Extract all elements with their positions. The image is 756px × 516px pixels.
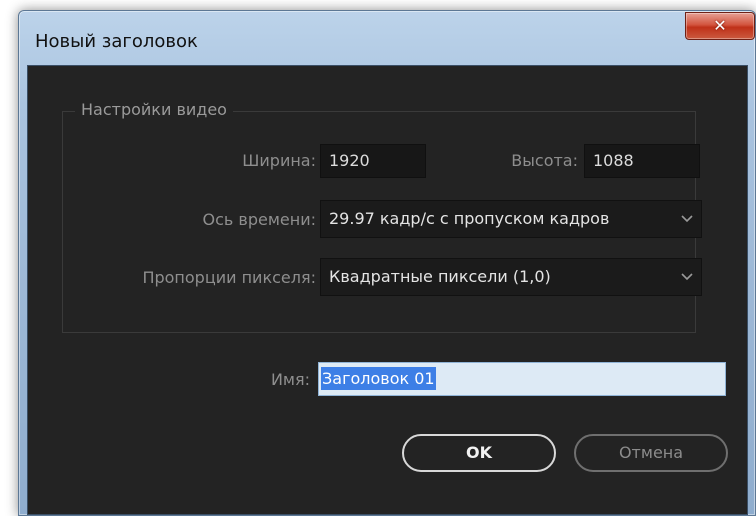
chevron-down-icon: [679, 259, 695, 295]
timebase-select[interactable]: 29.97 кадр/с с пропуском кадров: [320, 200, 702, 238]
height-field[interactable]: 1088: [584, 144, 700, 178]
name-input[interactable]: Заголовок 01: [318, 362, 726, 396]
cancel-button[interactable]: Отмена: [574, 434, 728, 472]
dialog-content: Настройки видео Ширина: 1920 Высота: 108…: [27, 65, 748, 515]
pixel-aspect-select[interactable]: Квадратные пиксели (1,0): [320, 258, 702, 296]
pixel-aspect-label: Пропорции пикселя:: [142, 268, 316, 287]
pixel-aspect-value: Квадратные пиксели (1,0): [329, 267, 551, 286]
video-settings-label: Настройки видео: [75, 100, 233, 119]
name-input-value: Заголовок 01: [321, 367, 436, 390]
width-field[interactable]: 1920: [320, 144, 426, 178]
new-title-dialog: Новый заголовок ✕ Настройки видео Ширина…: [18, 10, 756, 516]
close-button[interactable]: ✕: [685, 12, 755, 40]
timebase-label: Ось времени:: [202, 210, 317, 229]
close-icon: ✕: [713, 16, 727, 35]
ok-button[interactable]: OK: [402, 434, 556, 472]
width-label: Ширина:: [242, 151, 316, 170]
dialog-title: Новый заголовок: [35, 31, 198, 52]
timebase-value: 29.97 кадр/с с пропуском кадров: [329, 209, 610, 228]
name-label: Имя:: [270, 370, 310, 389]
desktop-stage: Новый заголовок ✕ Настройки видео Ширина…: [0, 0, 756, 516]
title-bar[interactable]: Новый заголовок ✕: [19, 11, 755, 65]
chevron-down-icon: [679, 201, 695, 237]
height-label: Высота:: [511, 151, 578, 170]
